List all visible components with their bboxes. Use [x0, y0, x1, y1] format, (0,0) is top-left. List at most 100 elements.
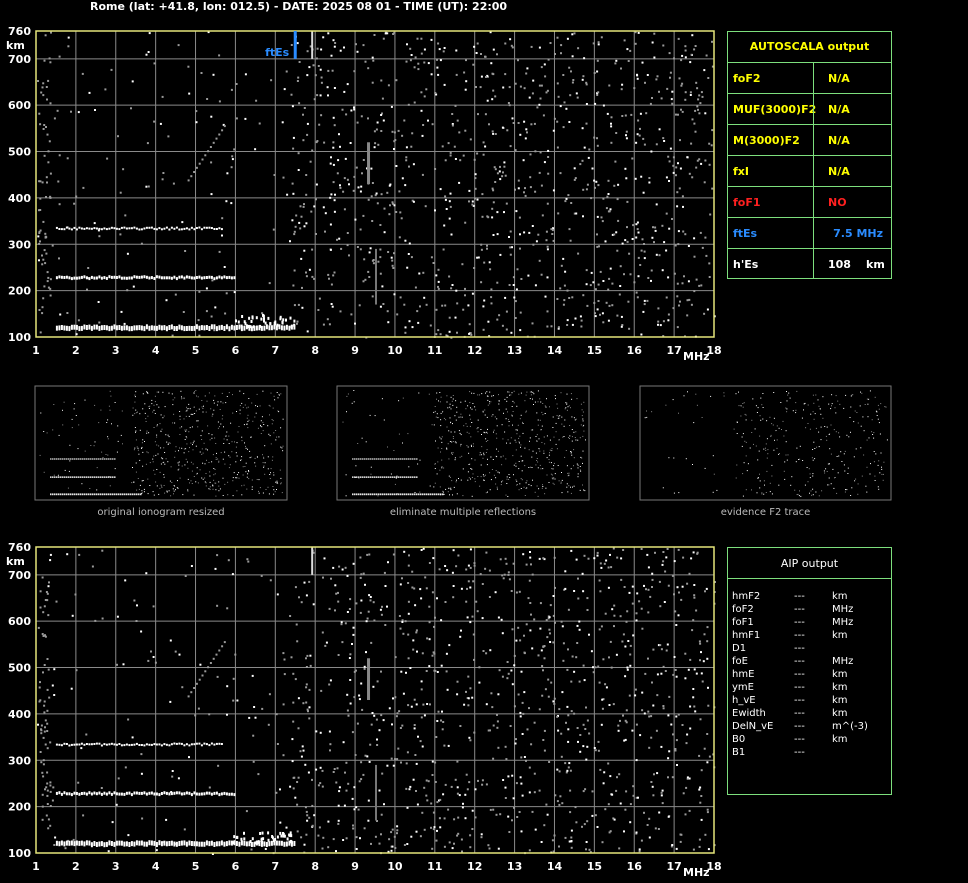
- noise-point: [481, 215, 484, 218]
- noise-point: [365, 620, 368, 623]
- noise-point: [597, 665, 600, 668]
- noise-point: [543, 63, 546, 66]
- noise-point: [628, 252, 631, 255]
- noise-point: [411, 586, 414, 589]
- noise-point: [578, 680, 581, 683]
- thumbnail-trace: [440, 493, 442, 496]
- noise-point: [372, 601, 375, 604]
- thumbnail-trace: [98, 458, 100, 460]
- noise-point: [651, 586, 653, 588]
- es-trace: [248, 316, 251, 320]
- noise-point: [471, 203, 474, 206]
- noise-point: [586, 183, 589, 186]
- noise-point: [345, 789, 348, 792]
- thumbnail-point: [246, 423, 248, 425]
- third-reflection-trace: [150, 743, 153, 746]
- noise-point: [440, 619, 443, 622]
- noise-point: [165, 299, 168, 302]
- ftes-marker: [293, 31, 297, 59]
- thumbnail-point: [217, 458, 219, 460]
- thumbnail-point: [552, 468, 554, 470]
- noise-point: [647, 566, 650, 569]
- noise-point: [568, 121, 571, 123]
- noise-point: [155, 849, 158, 852]
- thumbnail-point: [143, 488, 145, 490]
- noise-point: [628, 591, 631, 594]
- noise-point: [43, 249, 46, 252]
- noise-point: [488, 123, 490, 126]
- noise-point: [700, 769, 703, 772]
- noise-point: [515, 591, 518, 594]
- thumbnail-point: [451, 452, 453, 454]
- noise-point: [528, 707, 530, 710]
- noise-point: [582, 188, 585, 191]
- thumbnail-point: [446, 447, 448, 449]
- noise-point: [658, 90, 660, 93]
- thumbnail-point: [282, 418, 284, 420]
- thumbnail-point: [186, 437, 188, 439]
- thumbnail-point: [879, 433, 881, 435]
- noise-point: [611, 608, 614, 611]
- noise-point: [303, 225, 306, 228]
- noise-point: [571, 81, 574, 84]
- thumbnail-point: [455, 481, 457, 483]
- thumbnail-trace: [72, 476, 74, 478]
- noise-point: [655, 253, 658, 256]
- noise-point: [454, 316, 457, 319]
- noise-point: [523, 691, 526, 694]
- thumbnail-point: [758, 477, 759, 479]
- noise-point: [602, 104, 605, 107]
- thumbnail-point: [558, 417, 560, 419]
- noise-point: [380, 79, 383, 82]
- thumbnail-point: [175, 489, 176, 491]
- noise-point: [270, 79, 273, 82]
- noise-point: [607, 193, 610, 195]
- es-trace: [90, 325, 93, 331]
- thumbnail-point: [43, 471, 45, 473]
- es-trace: [245, 841, 248, 847]
- noise-point: [570, 202, 573, 204]
- noise-point: [473, 267, 476, 269]
- second-reflection-trace: [78, 276, 81, 280]
- noise-point: [593, 301, 596, 304]
- thumbnail-point: [839, 403, 841, 405]
- noise-point: [404, 326, 407, 329]
- noise-point: [661, 789, 664, 792]
- es-trace: [244, 322, 247, 326]
- noise-point: [389, 183, 392, 186]
- thumbnail-point: [116, 451, 118, 453]
- noise-point: [667, 584, 670, 587]
- noise-point: [318, 297, 321, 300]
- es-trace: [73, 841, 76, 847]
- noise-point: [684, 677, 687, 680]
- thumbnail-point: [838, 432, 840, 434]
- es-trace: [85, 840, 88, 846]
- thumbnail-point: [468, 452, 470, 454]
- noise-point: [563, 299, 566, 302]
- thumbnail-point: [786, 411, 788, 413]
- noise-point: [419, 740, 422, 743]
- noise-point: [190, 565, 193, 567]
- third-reflection-trace: [163, 743, 166, 746]
- third-reflection-trace: [118, 228, 121, 231]
- noise-point: [546, 813, 549, 816]
- thumbnail-point: [167, 434, 169, 436]
- noise-point: [662, 320, 665, 323]
- second-reflection-trace: [103, 791, 106, 795]
- noise-point: [452, 549, 455, 552]
- thumbnail-point: [144, 403, 146, 405]
- thumbnail-point: [220, 401, 222, 403]
- thumbnail-point: [207, 449, 208, 451]
- noise-point: [488, 261, 491, 264]
- es-trace: [173, 841, 176, 847]
- thumbnail-point: [486, 431, 488, 433]
- es-trace: [240, 324, 243, 328]
- noise-point: [319, 68, 322, 71]
- noise-point: [552, 850, 555, 853]
- thumbnail-point: [881, 473, 883, 475]
- es-trace: [286, 837, 289, 841]
- thumbnail-point: [515, 462, 517, 464]
- thumbnail-point: [62, 409, 63, 411]
- thumbnail-point: [139, 484, 141, 486]
- third-reflection-trace: [168, 744, 171, 747]
